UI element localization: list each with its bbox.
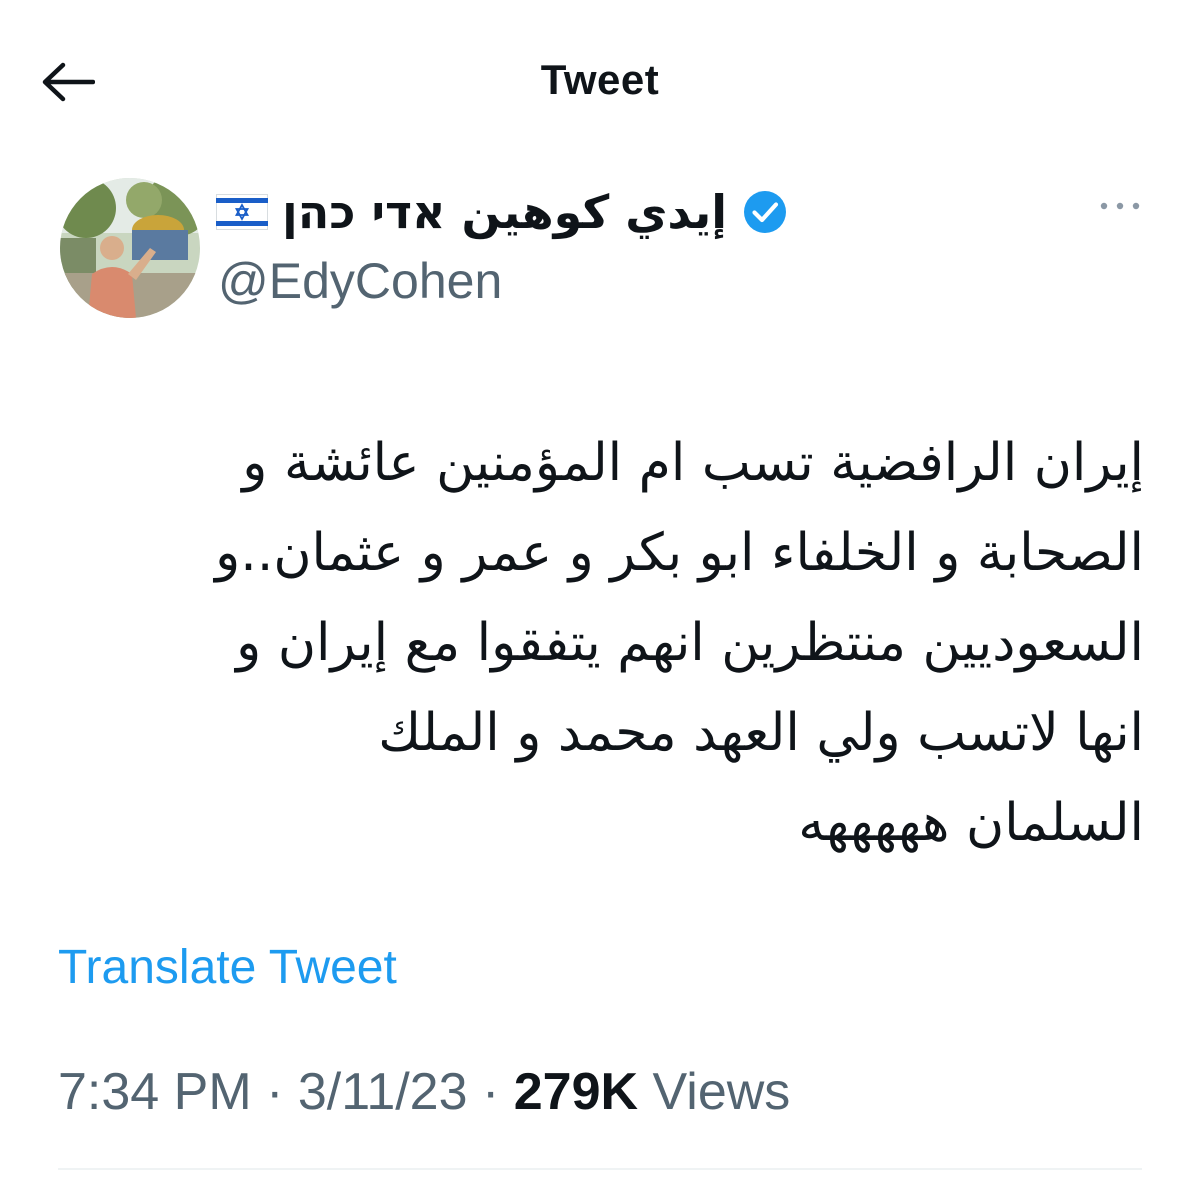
meta-separator: ·: [266, 1063, 284, 1121]
display-name: إيدي كوهين אדי כהן: [282, 185, 727, 239]
avatar[interactable]: [60, 178, 200, 318]
tweet-date[interactable]: 3/11/23: [298, 1063, 468, 1121]
display-name-row[interactable]: إيدي كوهين אדי כהן: [216, 172, 876, 252]
top-bar: Tweet: [0, 0, 1200, 165]
tweet-time[interactable]: 7:34 PM: [58, 1063, 252, 1121]
arrow-left-icon: [42, 62, 95, 102]
tweet-meta: 7:34 PM · 3/11/23 · 279K Views: [58, 1062, 790, 1122]
more-dots-icon: [1100, 202, 1140, 210]
divider: [58, 1168, 1142, 1170]
back-button[interactable]: [30, 52, 106, 112]
views-label: Views: [652, 1063, 791, 1121]
more-options-button[interactable]: [1090, 188, 1150, 224]
translate-tweet-link[interactable]: Translate Tweet: [58, 940, 397, 995]
views-count[interactable]: 279K: [514, 1063, 638, 1121]
user-handle[interactable]: @EdyCohen: [218, 252, 502, 310]
page-title: Tweet: [540, 56, 660, 103]
israel-flag-icon: [216, 194, 268, 230]
meta-separator: ·: [481, 1063, 500, 1121]
tweet-text: إيران الرافضية تسب ام المؤمنين عائشة و ا…: [215, 433, 1144, 853]
verified-badge-icon: [744, 191, 786, 233]
